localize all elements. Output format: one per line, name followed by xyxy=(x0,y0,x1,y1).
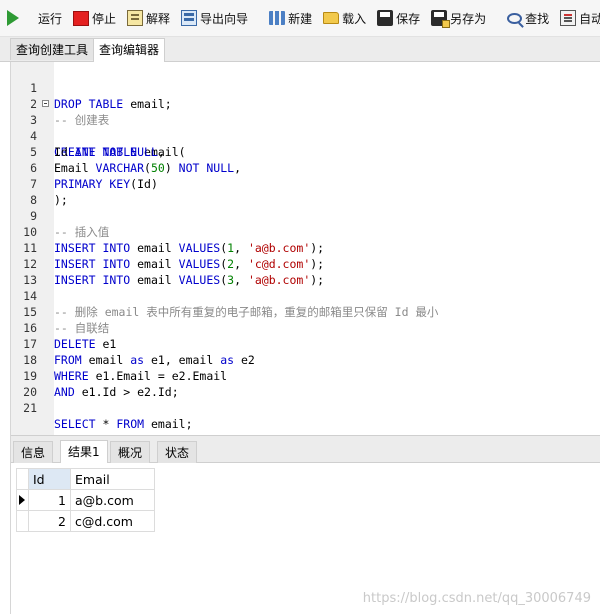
new-label: 新建 xyxy=(288,11,313,26)
column-header-email[interactable]: Email xyxy=(70,468,155,490)
code-line: 21 SELECT * FROM email; xyxy=(23,401,193,431)
new-icon xyxy=(269,11,286,25)
save-button[interactable]: 保存 xyxy=(373,5,424,31)
explain-button[interactable]: 解释 xyxy=(123,5,174,31)
code-line: 16 DELETE e1 xyxy=(23,321,117,351)
code-line: 13 xyxy=(23,273,37,287)
code-line: 17 FROM email as e1, email as e2 xyxy=(23,337,255,367)
search-icon xyxy=(507,12,523,24)
code-line: 12 INSERT INTO email VALUES(3, 'a@b.com'… xyxy=(23,257,325,287)
cell-id[interactable]: 1 xyxy=(28,489,71,511)
stop-button[interactable]: 停止 xyxy=(69,5,120,31)
result-tab-bar: 信息 结果1 概况 状态 xyxy=(11,435,600,463)
save-icon xyxy=(377,10,394,26)
export-wizard-icon xyxy=(181,10,198,26)
result-panel: 信息 结果1 概况 状态 Id Email 1 a@b.com 2 c@d.co… xyxy=(10,435,600,614)
find-label: 查找 xyxy=(525,11,550,26)
export-wizard-button[interactable]: 导出向导 xyxy=(177,5,252,31)
new-button[interactable]: 新建 xyxy=(265,5,316,31)
run-button[interactable]: 运行 xyxy=(3,5,66,31)
code-line: 5 Email VARCHAR(50) NOT NULL, xyxy=(30,145,241,175)
auto-wrap-label: 自动换 xyxy=(579,11,600,26)
code-line: 7 ); xyxy=(30,177,68,207)
fold-toggle-icon[interactable] xyxy=(42,100,49,107)
save-label: 保存 xyxy=(396,11,421,26)
save-as-button[interactable]: 另存为 xyxy=(427,5,490,31)
run-icon xyxy=(7,10,33,26)
run-label: 运行 xyxy=(38,11,63,26)
result-grid[interactable]: Id Email 1 a@b.com 2 c@d.com xyxy=(16,468,155,532)
sql-editor[interactable]: 1 DROP TABLE email; 2 -- 创建表 3 CREATE TA… xyxy=(10,62,600,435)
load-button[interactable]: 载入 xyxy=(319,5,370,31)
export-wizard-label: 导出向导 xyxy=(200,11,249,26)
load-label: 载入 xyxy=(342,11,367,26)
cell-id[interactable]: 2 xyxy=(28,510,71,532)
tab-result1[interactable]: 结果1 xyxy=(60,440,108,463)
editor-tab-bar: 查询创建工具 查询编辑器 xyxy=(0,37,600,62)
cell-email[interactable]: c@d.com xyxy=(70,510,155,532)
table-row[interactable]: 1 a@b.com xyxy=(16,489,155,511)
open-folder-icon xyxy=(323,12,340,24)
tab-status[interactable]: 状态 xyxy=(157,441,198,463)
stop-label: 停止 xyxy=(92,11,117,26)
save-as-icon xyxy=(431,10,451,28)
cell-email[interactable]: a@b.com xyxy=(70,489,155,511)
code-line: 10 INSERT INTO email VALUES(1, 'a@b.com'… xyxy=(23,225,325,255)
code-line: 6 PRIMARY KEY(Id) xyxy=(30,161,158,191)
current-row-indicator xyxy=(16,489,29,511)
tab-query-builder[interactable]: 查询创建工具 xyxy=(10,38,95,60)
tab-query-editor[interactable]: 查询编辑器 xyxy=(93,38,166,62)
code-line: 15 -- 自联结 xyxy=(23,305,110,335)
row-header xyxy=(16,510,29,532)
explain-icon xyxy=(127,10,144,26)
code-line: 3 CREATE TABLE email( xyxy=(11,96,600,159)
code-line: 1 DROP TABLE email; xyxy=(30,81,172,111)
main-toolbar: 运行 停止 解释 导出向导 新建 载入 保存 另存为 查找 自动换 xyxy=(0,0,600,37)
tab-info[interactable]: 信息 xyxy=(13,441,54,463)
table-row[interactable]: 2 c@d.com xyxy=(16,510,155,532)
row-header-corner xyxy=(16,468,29,490)
code-line: 19 AND e1.Id > e2.Id; xyxy=(23,369,179,399)
code-line: 8 xyxy=(30,193,37,207)
code-line: 4 Id INT NOT NULL, xyxy=(30,129,165,159)
explain-label: 解释 xyxy=(146,11,171,26)
watermark: https://blog.csdn.net/qq_30006749 xyxy=(362,591,591,606)
current-row-marker-icon xyxy=(19,495,25,505)
column-header-id[interactable]: Id xyxy=(28,468,71,490)
save-as-label: 另存为 xyxy=(450,11,487,26)
code-line: 11 INSERT INTO email VALUES(2, 'c@d.com'… xyxy=(23,241,325,271)
code-line: 14 -- 删除 email 表中所有重复的电子邮箱，重复的邮箱里只保留 Id … xyxy=(23,289,439,319)
code-line: 9 -- 插入值 xyxy=(30,209,110,239)
stop-icon xyxy=(73,10,90,26)
auto-wrap-button[interactable]: 自动换 xyxy=(556,5,600,31)
tab-overview[interactable]: 概况 xyxy=(110,441,151,463)
find-button[interactable]: 查找 xyxy=(503,5,553,31)
code-line: 2 -- 创建表 xyxy=(30,97,110,127)
auto-wrap-icon xyxy=(560,10,577,26)
code-line: 18 WHERE e1.Email = e2.Email xyxy=(23,353,228,383)
code-line: 20 xyxy=(23,385,37,399)
